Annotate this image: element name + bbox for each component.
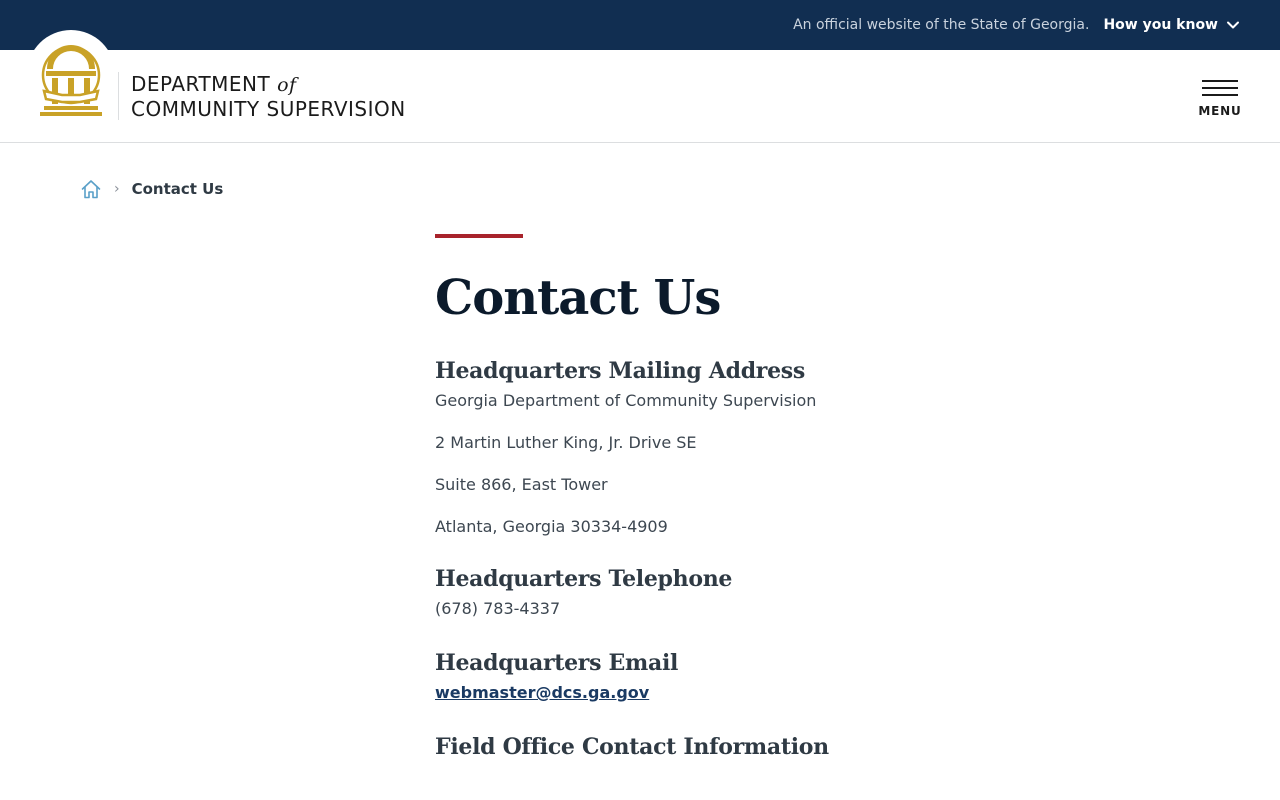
official-site-text: An official website of the State of Geor… [793,17,1090,33]
breadcrumb-home-link[interactable] [80,178,102,200]
menu-button[interactable]: MENU [1198,78,1242,122]
telephone-value: (678) 783-4337 [435,599,561,618]
main-content: Contact Us Headquarters Mailing Address … [435,234,1135,762]
how-you-know-label: How you know [1103,17,1218,33]
agency-department-text: DEPARTMENT [131,72,271,96]
telephone-heading: Headquarters Telephone [435,566,733,592]
how-you-know-button[interactable]: How you know [1103,17,1240,33]
mailing-line-1: Georgia Department of Community Supervis… [435,391,817,410]
chevron-down-icon [1227,21,1239,29]
page-title: Contact Us [435,270,721,326]
header-divider [118,72,119,120]
menu-label: MENU [1198,104,1242,118]
site-header: DEPARTMENT of COMMUNITY SUPERVISION MENU [0,30,1280,143]
georgia-seal-icon [40,45,102,116]
mailing-address-heading: Headquarters Mailing Address [435,358,805,384]
breadcrumb: › Contact Us [80,178,223,200]
mailing-line-3: Suite 866, East Tower [435,475,608,494]
breadcrumb-current: Contact Us [131,180,224,198]
field-office-heading: Field Office Contact Information [435,734,829,760]
email-link[interactable]: webmaster@dcs.ga.gov [435,682,1135,704]
home-logo-link[interactable] [27,30,115,118]
agency-name-link[interactable]: DEPARTMENT of COMMUNITY SUPERVISION [131,72,406,121]
email-heading: Headquarters Email [435,650,679,676]
mailing-line-2: 2 Martin Luther King, Jr. Drive SE [435,433,697,452]
agency-name-line2: COMMUNITY SUPERVISION [131,97,406,121]
title-accent-bar [435,234,523,238]
breadcrumb-separator-icon: › [114,181,120,197]
mailing-line-4: Atlanta, Georgia 30334-4909 [435,517,668,536]
agency-name-line1: DEPARTMENT of [131,72,406,97]
official-banner: An official website of the State of Geor… [0,0,1280,50]
agency-of-text: of [277,74,297,96]
home-icon [81,180,101,199]
hamburger-menu-icon [1202,78,1238,96]
